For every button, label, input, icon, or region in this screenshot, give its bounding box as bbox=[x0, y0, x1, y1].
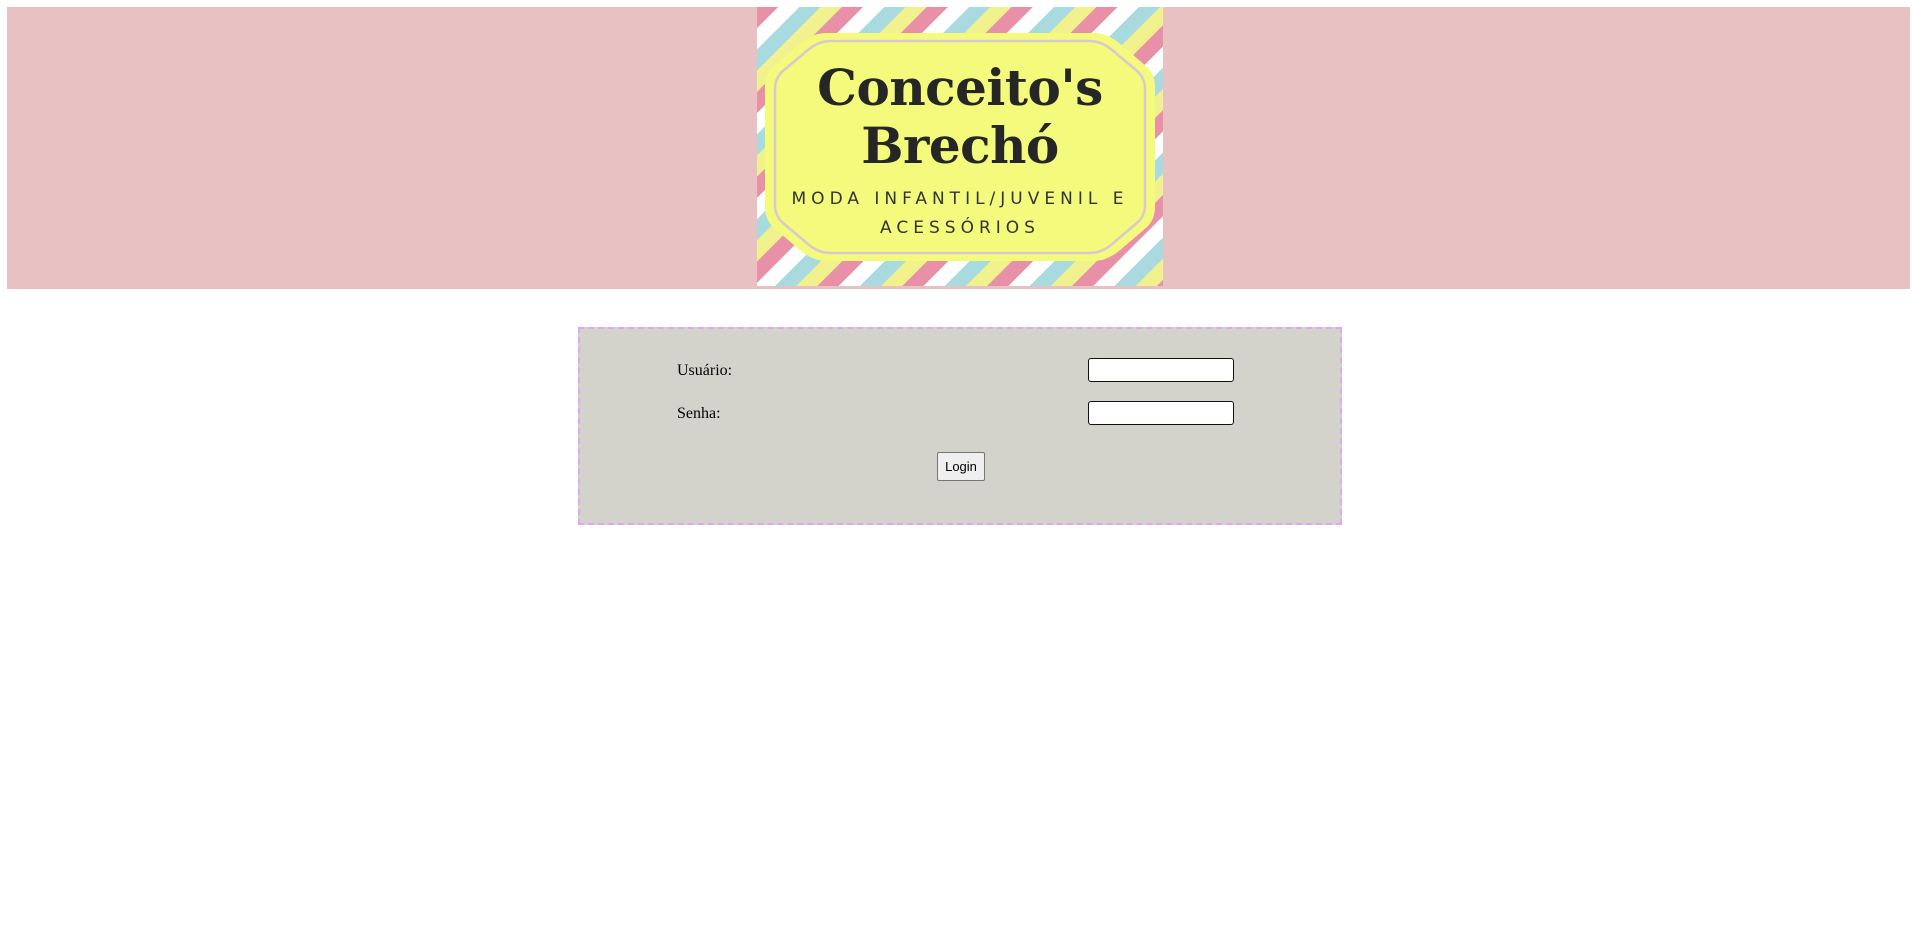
username-input[interactable] bbox=[1088, 358, 1234, 382]
logo-subtitle: MODA INFANTIL/JUVENIL E ACESSÓRIOS bbox=[791, 189, 1129, 238]
password-input[interactable] bbox=[1088, 401, 1234, 425]
password-label: Senha: bbox=[677, 405, 721, 422]
site-header: Conceito's Brechó MODA INFANTIL/JUVENIL … bbox=[7, 7, 1910, 289]
login-button[interactable]: Login bbox=[937, 452, 985, 481]
login-form: Usuário: Senha: Login bbox=[578, 327, 1342, 525]
brand-logo: Conceito's Brechó MODA INFANTIL/JUVENIL … bbox=[757, 7, 1163, 286]
logo-title: Conceito's Brechó bbox=[817, 58, 1103, 175]
username-label: Usuário: bbox=[677, 362, 733, 379]
